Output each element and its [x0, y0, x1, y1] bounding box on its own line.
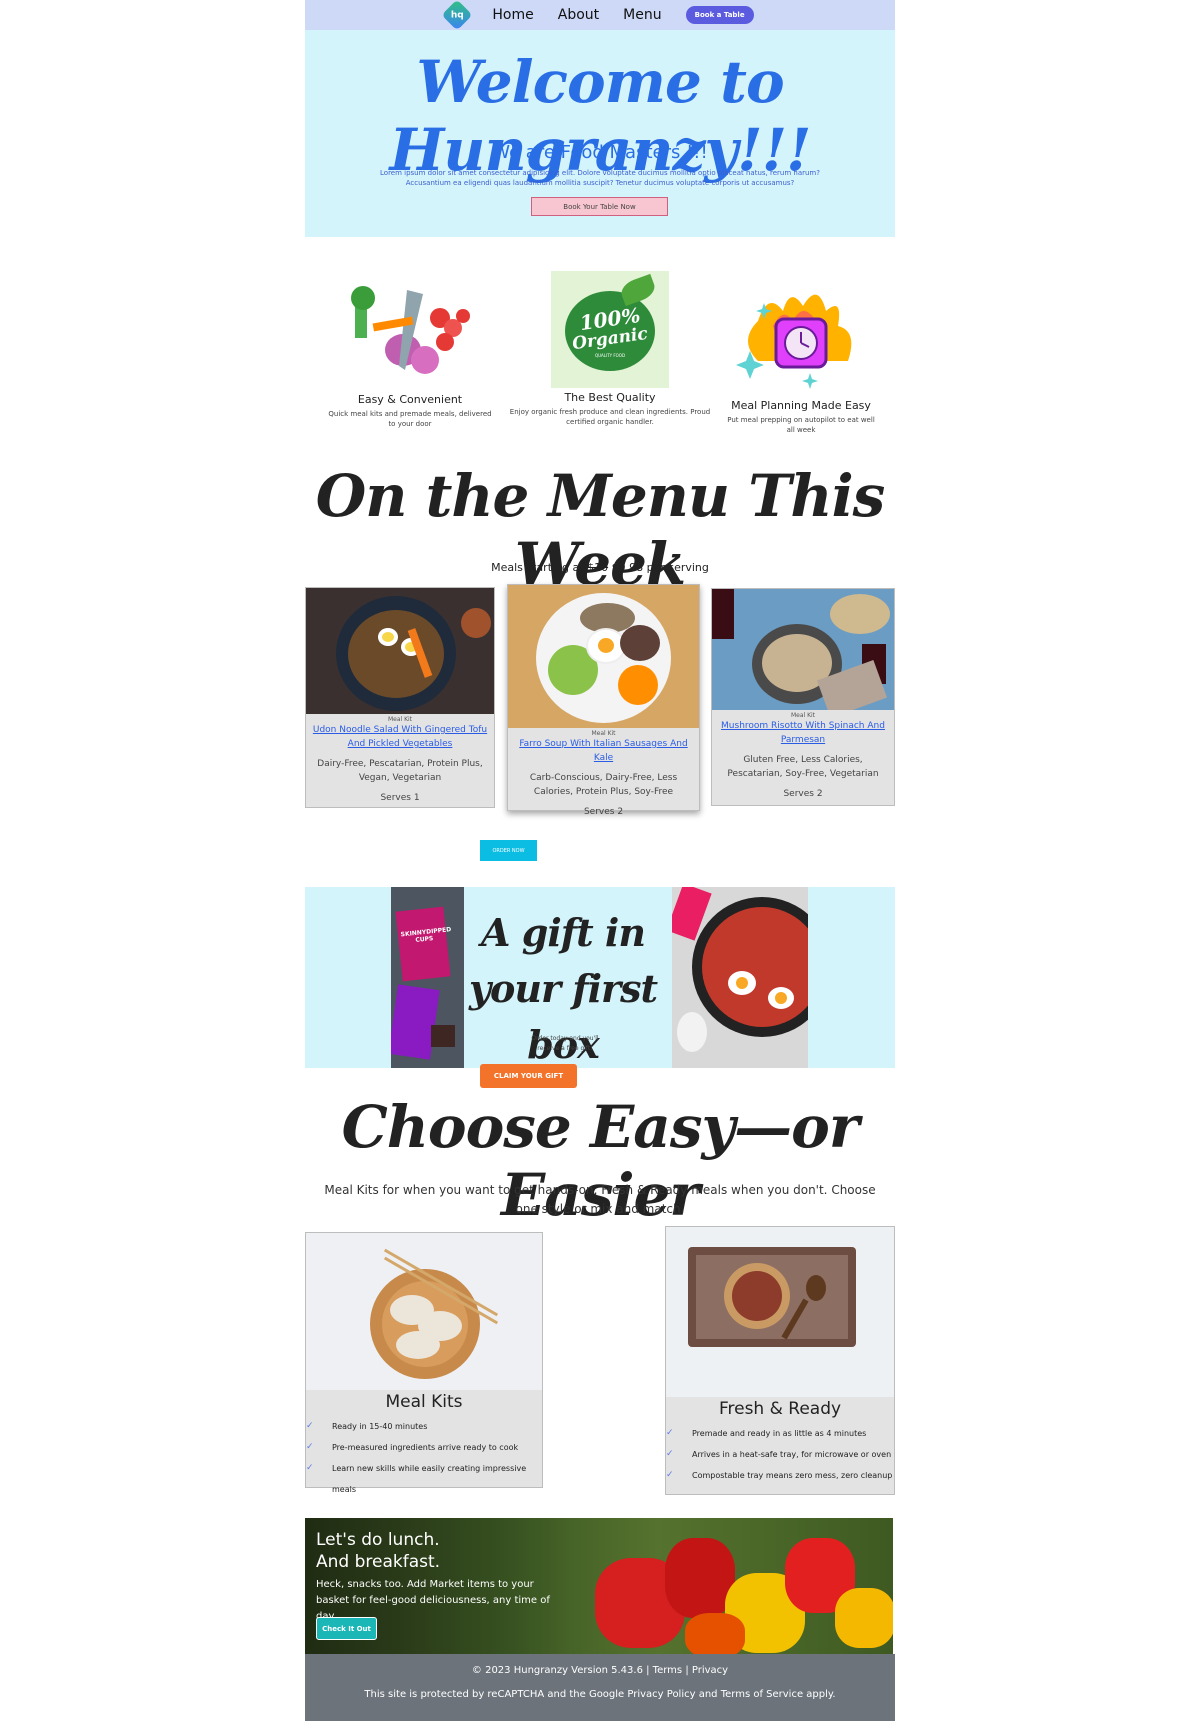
gift-text: Order today and you'll receive a free gi…	[531, 1035, 599, 1052]
card-name-link[interactable]: Farro Soup With Italian Sausages And Kal…	[508, 737, 699, 765]
menu-price-line: Meals starting at $10 $9.98 per serving	[305, 561, 895, 574]
check-icon: ✓	[666, 1428, 674, 1438]
plan-title: Meal Kits	[385, 1392, 463, 1412]
check-icon: ✓	[666, 1449, 674, 1459]
book-table-button[interactable]: Book a Table	[685, 6, 754, 24]
feature-quality: 100% Organic QUALITY FOOD The Best Quali…	[495, 271, 725, 427]
hero-description: Lorem ipsum dolor sit amet consectetur a…	[380, 169, 820, 187]
feature-title: Meal Planning Made Easy	[731, 399, 871, 412]
plan-feature: ✓ Ready in 15-40 minutes	[306, 1416, 542, 1437]
footer-recaptcha: This site is protected by reCAPTCHA and …	[364, 1689, 836, 1700]
check-icon: ✓	[666, 1470, 674, 1480]
logo-text: hq	[450, 9, 464, 20]
menu-title: On the Menu This Week	[315, 462, 886, 598]
udon-salad-image	[306, 588, 494, 714]
card-name-link[interactable]: Mushroom Risotto With Spinach And Parmes…	[712, 719, 894, 747]
old-price: $10	[587, 561, 609, 574]
plan-features: ✓ Premade and ready in as little as 4 min…	[666, 1423, 894, 1486]
lunch-heading-line1: Let's do lunch.	[316, 1530, 440, 1550]
hero-section: Welcome to Hungranzy!!! We are Food Mast…	[305, 30, 895, 237]
lunch-heading: Let's do lunch. And breakfast.	[316, 1529, 440, 1573]
menu-card[interactable]: Meal Kit Mushroom Risotto With Spinach A…	[711, 588, 895, 806]
plan-feature: ✓ Pre-measured ingredients arrive ready t…	[306, 1437, 542, 1458]
price-prefix: Meals starting at	[491, 561, 584, 574]
book-your-table-button[interactable]: Book Your Table Now	[531, 197, 668, 216]
feature-text: Put meal prepping on autopilot to eat we…	[727, 416, 875, 434]
card-type: Meal Kit	[790, 712, 816, 719]
footer-terms-link[interactable]: Terms	[653, 1665, 682, 1676]
card-serves: Serves 2	[583, 807, 624, 817]
new-price: $9.98 per serving	[611, 561, 709, 574]
mushroom-risotto-image	[712, 589, 894, 710]
feature-easy: Easy & Convenient Quick meal kits and pr…	[325, 280, 495, 429]
gift-package-image: SKINNYDIPPED CUPS	[391, 887, 464, 1068]
feature-planning: Meal Planning Made Easy Put meal preppin…	[726, 281, 876, 435]
dumplings-image	[306, 1233, 542, 1390]
lunch-heading-line2: And breakfast.	[316, 1552, 441, 1572]
feature-title: Easy & Convenient	[357, 393, 463, 406]
card-type: Meal Kit	[387, 716, 413, 723]
choose-subtitle: Meal Kits for when you want to get hands…	[324, 1183, 876, 1216]
card-type: Meal Kit	[591, 730, 616, 737]
check-icon: ✓	[306, 1463, 314, 1473]
card-serves: Serves 2	[783, 789, 823, 799]
feature-title: The Best Quality	[564, 391, 656, 404]
vegetables-icon	[351, 286, 470, 374]
hero-title: Welcome to Hungranzy!!!	[389, 48, 811, 184]
menu-card[interactable]: Meal Kit Farro Soup With Italian Sausage…	[507, 584, 700, 817]
check-icon: ✓	[306, 1421, 314, 1431]
feature-text: Quick meal kits and premade meals, deliv…	[328, 410, 492, 428]
feature-text: Enjoy organic fresh produce and clean in…	[509, 408, 711, 426]
plan-title: Fresh & Ready	[718, 1399, 842, 1419]
hero-subtitle: We are Food Masters !!!	[492, 142, 708, 163]
check-icon: ✓	[306, 1442, 314, 1452]
card-tags: Carb-Conscious, Dairy-Free, Less Calorie…	[529, 773, 678, 797]
card-serves: Serves 1	[380, 793, 420, 803]
fresh-ready-image	[666, 1227, 894, 1397]
plan-feature: ✓ Arrives in a heat-safe tray, for microw…	[666, 1444, 894, 1465]
plan-feature: ✓ Learn new skills while easily creating …	[306, 1458, 542, 1494]
check-it-out-button[interactable]: Check It Out	[316, 1617, 377, 1640]
plan-feature: ✓ Premade and ready in as little as 4 min…	[666, 1423, 894, 1444]
nav-link-about[interactable]: About	[558, 7, 599, 23]
card-name-link[interactable]: Udon Noodle Salad With Gingered Tofu And…	[306, 723, 494, 751]
menu-card[interactable]: Meal Kit Udon Noodle Salad With Gingered…	[305, 587, 495, 808]
logo-icon[interactable]: hq	[441, 0, 473, 31]
gift-shakshuka-image	[672, 887, 808, 1068]
card-tags: Gluten Free, Less Calories, Pescatarian,…	[727, 755, 879, 779]
order-now-button[interactable]: ORDER NOW	[480, 840, 537, 861]
organic-badge-icon: 100% Organic QUALITY FOOD	[551, 271, 669, 388]
plan-features: ✓ Ready in 15-40 minutes ✓ Pre-measured in…	[306, 1416, 542, 1494]
footer-copyright: © 2023 Hungranzy Version 5.43.6 | Terms …	[471, 1665, 729, 1676]
footer-privacy-link[interactable]: Privacy	[692, 1665, 728, 1676]
claim-gift-button[interactable]: CLAIM YOUR GIFT	[480, 1064, 577, 1088]
clock-fire-icon	[736, 294, 852, 389]
top-nav: hq Home About Menu Book a Table	[305, 0, 895, 31]
nav-link-home[interactable]: Home	[492, 7, 533, 23]
farro-soup-image	[508, 585, 699, 728]
plan-card-meal-kits[interactable]: Meal Kits ✓ Ready in 15-40 minutes ✓ Pre-m…	[305, 1232, 543, 1494]
badge-quality: QUALITY FOOD	[594, 353, 626, 358]
plan-feature: ✓ Compostable tray means zero mess, zero …	[666, 1465, 894, 1486]
plan-card-fresh-ready[interactable]: Fresh & Ready ✓ Premade and ready in as l…	[665, 1226, 895, 1495]
nav-link-menu[interactable]: Menu	[623, 7, 661, 23]
copyright-text: © 2023 Hungranzy Version 5.43.6 |	[471, 1665, 650, 1676]
card-tags: Dairy-Free, Pescatarian, Protein Plus, V…	[317, 759, 483, 783]
